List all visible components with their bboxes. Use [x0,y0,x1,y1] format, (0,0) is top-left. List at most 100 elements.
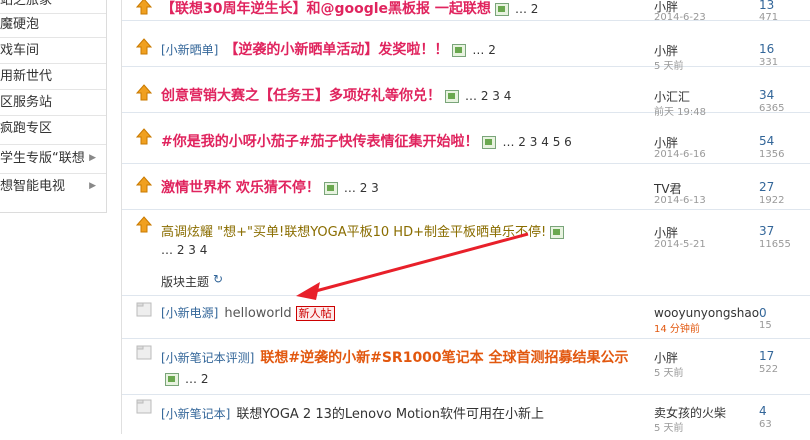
folder-icon [136,345,152,360]
page-link[interactable]: 2 [201,372,209,386]
sidebar-item-7[interactable]: 想智能电视 ▶ [0,174,106,199]
hot-up-icon [136,128,152,145]
image-icon [494,3,509,16]
reply-count[interactable]: 16 [759,42,774,56]
sidebar-item-2[interactable]: 戏车间 [0,38,106,63]
page-link[interactable]: 2 [488,43,496,57]
thread-category[interactable]: [小新电源] [161,306,218,320]
view-count: 11655 [759,239,791,250]
page-link[interactable]: 2 [481,89,489,103]
thread-title[interactable]: 高调炫耀 "想+"买单!联想YOGA平板10 HD+制金平板晒单乐不停! [161,225,546,240]
section-header: 版块主题 ↻ [122,265,810,296]
pagination: … 2 3 4 [161,243,208,257]
table-row: 激情世界杯 欢乐猜不停！… 2 3 TV君 2014-6-13 27 1922 [122,164,810,210]
reply-count[interactable]: 54 [759,134,774,148]
sidebar-item-1[interactable]: 魔硬泡 [0,12,106,37]
reply-count[interactable]: 4 [759,404,767,418]
last-post-date[interactable]: 5 天前 [654,364,684,379]
chevron-right-icon: ▶ [89,181,96,191]
pagination: … 2 [514,2,539,16]
page-link[interactable]: 2 [531,2,539,16]
view-count: 522 [759,364,779,375]
reply-count[interactable]: 27 [759,180,774,194]
page-link[interactable]: 2 [518,135,526,149]
sidebar-item-label: 区服务站 [0,95,53,110]
thread-category[interactable]: [小新笔记本] [161,407,230,421]
thread-category[interactable]: [小新晒单] [161,43,218,57]
hot-up-icon [136,176,152,193]
thread-title[interactable]: 创意营销大赛之【任务王】多项好礼等你兑！ [161,88,441,104]
reply-count[interactable]: 17 [759,349,774,363]
page-link[interactable]: 4 [504,89,512,103]
page-link[interactable]: 2 [360,181,368,195]
table-row: #你是我的小呀小茄子#茄子快传表情征集开始啦！… 2 3 4 5 6 小胖 20… [122,113,810,164]
sidebar-item-5[interactable]: 疯跑专区 [0,116,106,141]
last-post-date[interactable]: 14 分钟前 [654,320,700,335]
thread-title[interactable]: 【联想30周年逆生长】和@google黑板报 一起联想 [161,1,491,17]
hot-up-icon [136,38,152,55]
sidebar-item-3[interactable]: 用新世代 [0,64,106,89]
folder-icon [136,302,152,317]
pagination: … 2 3 [343,181,379,195]
reply-count[interactable]: 37 [759,224,774,238]
hot-up-icon [136,216,152,233]
table-row: 高调炫耀 "想+"买单!联想YOGA平板10 HD+制金平板晒单乐不停! … 2… [122,210,810,266]
table-row: [小新电源] helloworld 新人帖 wooyunyongshao 14 分钟… [122,296,810,339]
pagination: … 2 3 4 5 6 [502,135,572,149]
sidebar-item-label: 想智能电视 [0,179,66,194]
sidebar: 站之旅家 魔硬泡 戏车间 用新世代 区服务站 疯跑专区 学生专版“联想 ▶ 想智能… [0,0,107,213]
last-post-date[interactable]: 5 天前 [654,419,684,434]
page-link[interactable]: 3 [188,243,196,257]
author[interactable]: wooyunyongshao [654,306,759,320]
sidebar-item-label: 学生专版“联想 [0,151,85,166]
thread-title[interactable]: 联想YOGA 2 13的Lenovo Motion软件可用在小新上 [236,407,544,422]
thread-list: 【联想30周年逆生长】和@google黑板报 一起联想… 2 小胖 2014-6… [122,0,810,434]
page-link[interactable]: 5 [553,135,561,149]
reply-count[interactable]: 0 [759,306,767,320]
sidebar-item-label: 魔硬泡 [0,17,40,32]
image-icon [482,136,497,149]
pagination: … 2 [472,43,496,57]
last-post-date[interactable]: 2014-6-16 [654,149,706,160]
table-row: 【联想30周年逆生长】和@google黑板报 一起联想… 2 小胖 2014-6… [122,0,810,23]
table-row: [小新晒单] 【逆袭的小新晒单活动】发奖啦！！… 2 小胖 5 天前 16 331 [122,21,810,72]
image-icon [452,44,467,57]
page-link[interactable]: 3 [371,181,379,195]
last-post-date[interactable]: 2014-5-21 [654,239,706,250]
refresh-icon[interactable]: ↻ [213,272,223,286]
new-user-badge: 新人帖 [295,306,335,321]
thread-category[interactable]: [小新笔记本评测] [161,351,254,365]
sidebar-item-label: 疯跑专区 [0,121,53,136]
page-link[interactable]: 4 [200,243,208,257]
image-icon [165,373,179,386]
view-count: 15 [759,320,772,331]
table-row: [小新笔记本评测] 联想#逆袭的小新#SR1000笔记本 全球首测招募结果公示 … … [122,339,810,395]
folder-icon [136,399,152,414]
sidebar-item-label: 戏车间 [0,43,40,58]
thread-title[interactable]: helloworld [224,306,291,321]
page-link[interactable]: 4 [541,135,549,149]
page-link[interactable]: 3 [492,89,500,103]
image-icon [323,182,338,195]
sidebar-item-label: 用新世代 [0,69,53,84]
page-link[interactable]: 6 [564,135,572,149]
reply-count[interactable]: 34 [759,88,774,102]
pagination: … 2 [185,372,209,386]
table-row: 创意营销大赛之【任务王】多项好礼等你兑！… 2 3 4 小汇汇 前天 19:48… [122,67,810,118]
image-icon [550,226,565,239]
page-link[interactable]: 3 [530,135,538,149]
view-count: 1922 [759,195,785,206]
hot-up-icon [136,84,152,101]
thread-title[interactable]: 【逆袭的小新晒单活动】发奖啦！！ [224,42,448,58]
hot-up-icon [136,0,152,15]
last-post-date[interactable]: 2014-6-13 [654,195,706,206]
page-link[interactable]: 2 [177,243,185,257]
sidebar-item-4[interactable]: 区服务站 [0,90,106,115]
reply-count[interactable]: 13 [759,0,774,12]
thread-title[interactable]: #你是我的小呀小茄子#茄子快传表情征集开始啦！ [161,134,478,150]
sidebar-item-6[interactable]: 学生专版“联想 ▶ [0,146,106,171]
thread-title[interactable]: 联想#逆袭的小新#SR1000笔记本 全球首测招募结果公示 [260,350,628,366]
thread-title[interactable]: 激情世界杯 欢乐猜不停！ [161,180,320,196]
table-row: [小新笔记本] 联想YOGA 2 13的Lenovo Motion软件可用在小新上… [122,395,810,440]
divider [0,144,106,145]
